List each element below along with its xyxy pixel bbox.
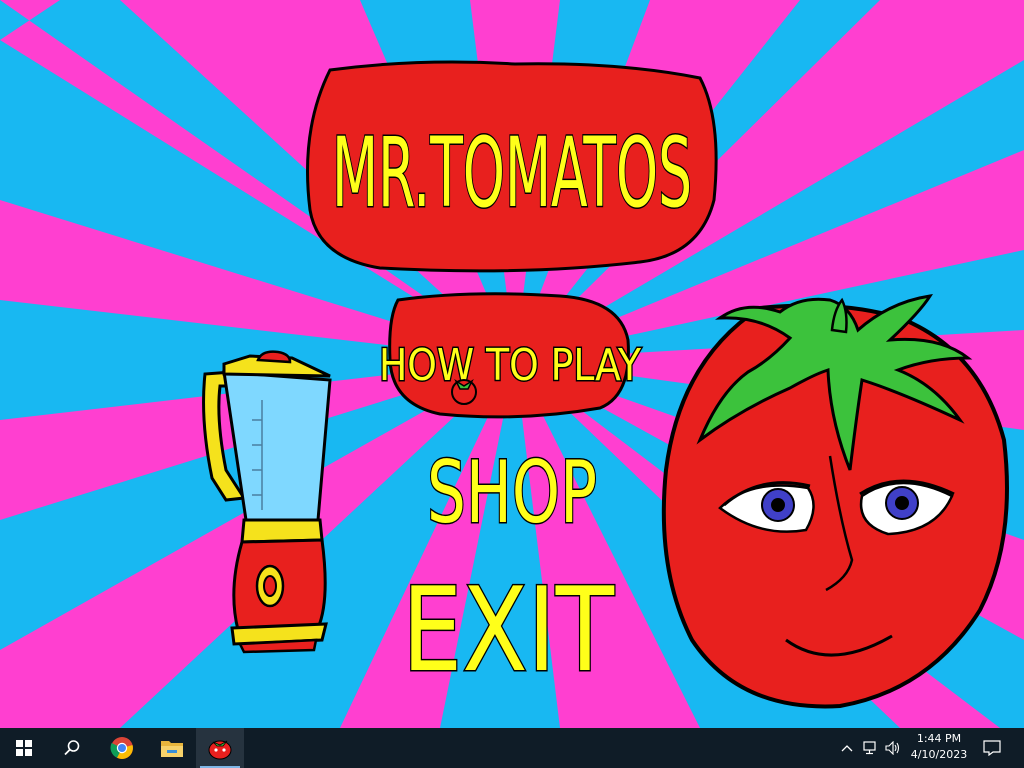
file-explorer-icon[interactable] [148,728,196,768]
network-icon[interactable] [860,728,882,768]
clock-time: 1:44 PM [916,732,962,745]
small-tomato-icon [451,378,477,405]
mr-tomato-character [661,294,1009,709]
game-window: MR.TOMATOS HOW TO PLAY SHOP EXIT [0,0,1024,728]
system-clock[interactable]: 1:44 PM 4/10/2023 [900,731,978,765]
shop-label: SHOP [427,443,597,543]
shop-button[interactable]: SHOP [426,442,599,545]
chevron-up-icon[interactable] [836,728,858,768]
how-to-play-button[interactable]: HOW TO PLAY [378,292,643,419]
windows-start-icon[interactable] [0,728,48,768]
clock-date: 4/10/2023 [910,748,968,761]
exit-label: EXIT [402,563,615,698]
screen: MR.TOMATOS HOW TO PLAY SHOP EXIT 1:44 PM… [0,0,1024,768]
exit-button[interactable]: EXIT [401,562,617,700]
taskbar: 1:44 PM 4/10/2023 [0,728,1024,768]
blender-illustration [202,350,332,654]
how-to-play-label: HOW TO PLAY [379,340,641,391]
chrome-icon[interactable] [98,728,146,768]
game-art: MR.TOMATOS HOW TO PLAY SHOP EXIT [202,60,1009,709]
search-icon[interactable] [48,728,96,768]
notification-icon[interactable] [980,728,1004,768]
game-title: MR.TOMATOS [332,117,692,229]
mr-tomatos-app-icon[interactable] [196,728,244,768]
title-banner: MR.TOMATOS [306,60,718,273]
